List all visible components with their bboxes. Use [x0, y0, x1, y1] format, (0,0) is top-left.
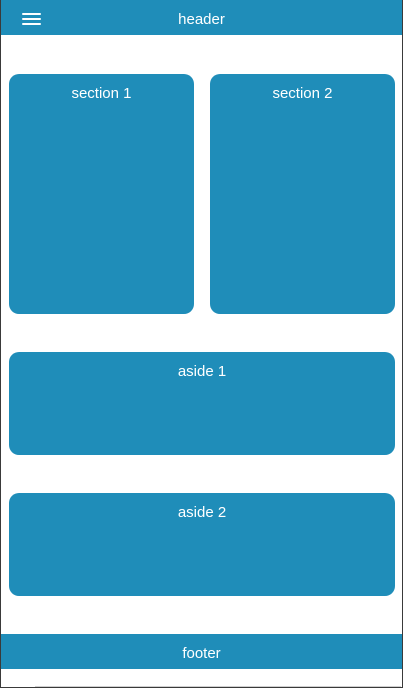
menu-line	[22, 18, 41, 20]
hamburger-menu-icon[interactable]	[22, 13, 41, 27]
header-bar: header	[1, 0, 402, 35]
header-title: header	[178, 11, 225, 28]
section-2-panel: section 2	[210, 74, 395, 314]
section-1-label: section 1	[71, 85, 132, 102]
section-1-panel: section 1	[9, 74, 194, 314]
footer-label: footer	[182, 645, 221, 662]
menu-line	[22, 23, 41, 25]
app-frame: header section 1 section 2 aside 1 aside…	[0, 0, 403, 688]
aside-1-panel: aside 1	[9, 352, 395, 455]
aside-2-panel: aside 2	[9, 493, 395, 596]
footer-bar: footer	[1, 634, 402, 669]
menu-line	[22, 13, 41, 15]
aside-2-label: aside 2	[177, 504, 227, 521]
bottom-divider	[35, 686, 401, 687]
aside-1-label: aside 1	[177, 363, 227, 380]
section-2-label: section 2	[272, 85, 333, 102]
